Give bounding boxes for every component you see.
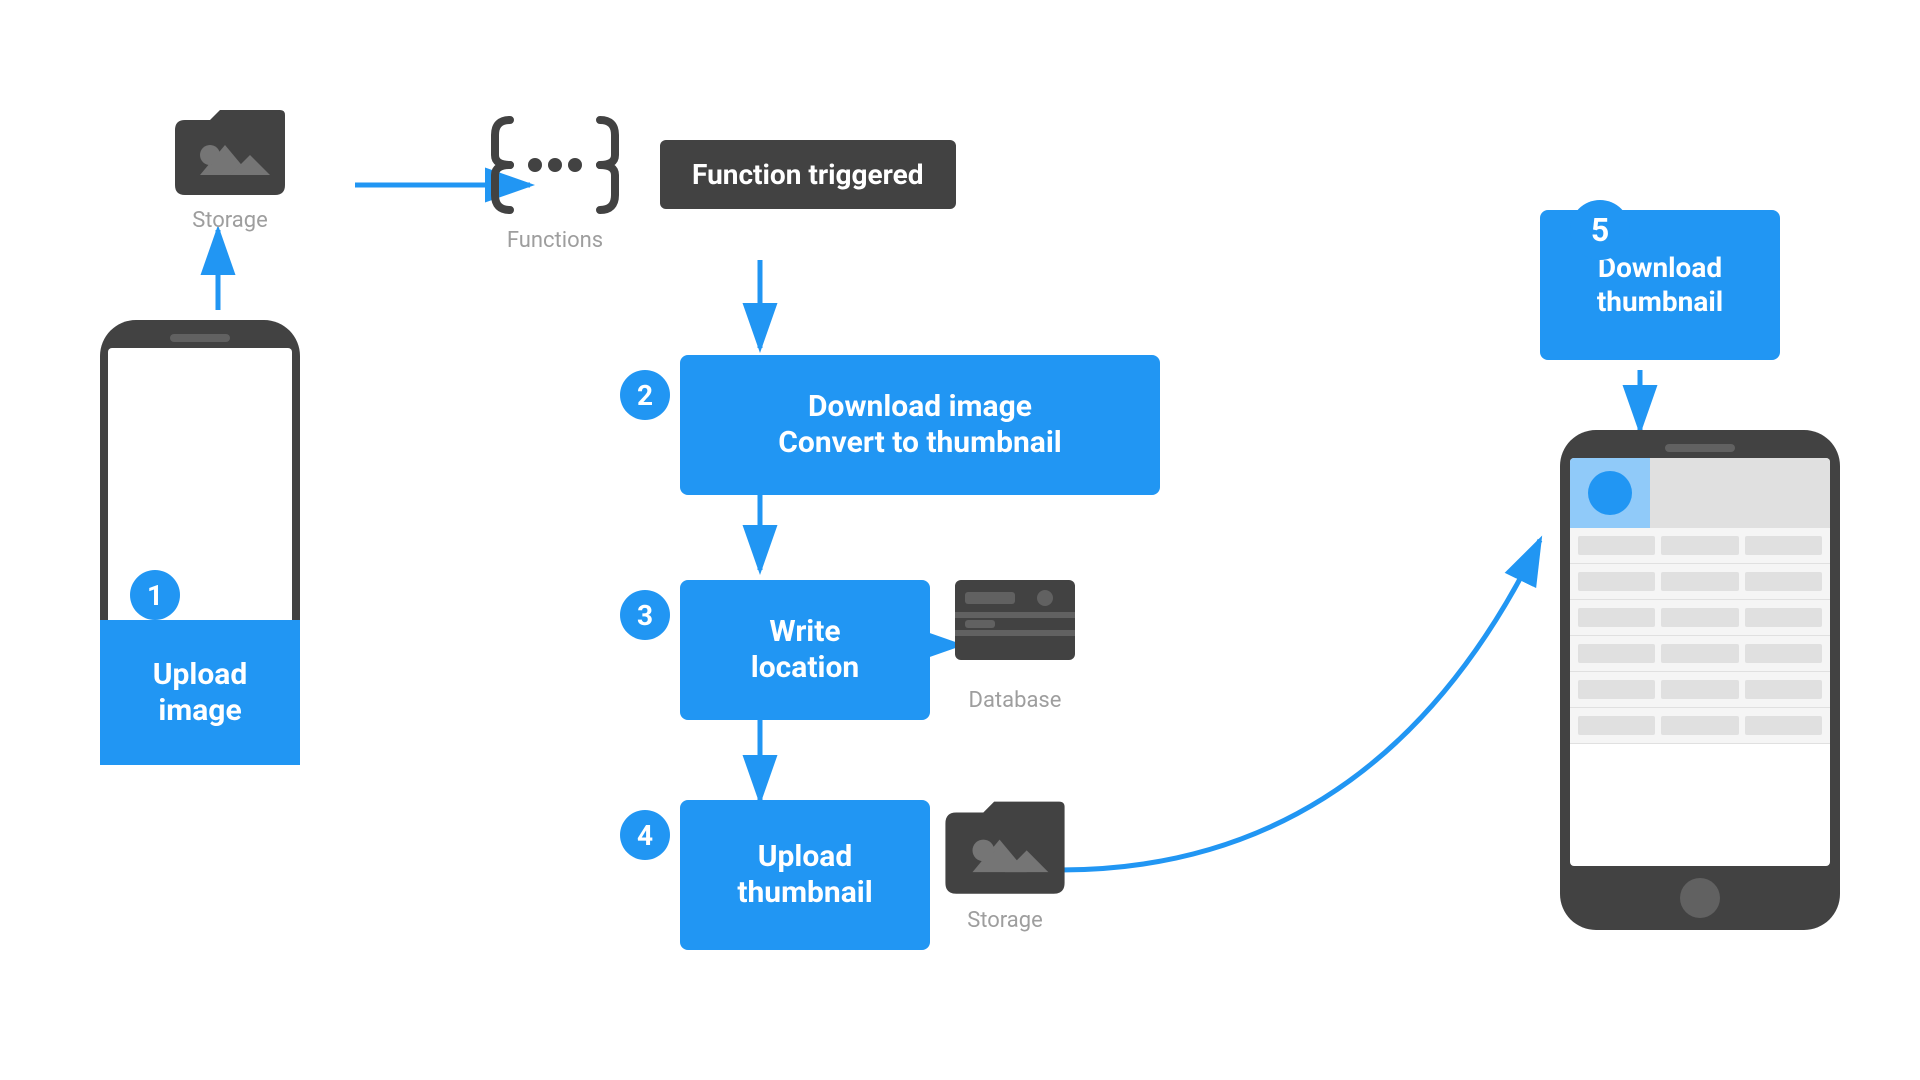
screen-list-cell-17: [1661, 716, 1738, 735]
step-2-badge: 2: [620, 370, 670, 420]
screen-list-cell-11: [1661, 644, 1738, 663]
screen-list-cell-5: [1661, 572, 1738, 591]
screen-gray-box: [1650, 458, 1830, 528]
screen-list-row-3: [1570, 600, 1830, 636]
screen-list-cell-9: [1745, 608, 1822, 627]
screen-list-cell-6: [1745, 572, 1822, 591]
screen-top-row: [1570, 458, 1830, 528]
screen-list-row-6: [1570, 708, 1830, 744]
screen-list-cell-4: [1578, 572, 1655, 591]
screen-list-cell-13: [1578, 680, 1655, 699]
icon-functions: Functions: [490, 110, 620, 253]
database-label: Database: [969, 688, 1062, 713]
screen-list-cell-16: [1578, 716, 1655, 735]
screen-list-cell-2: [1661, 536, 1738, 555]
storage-right-svg: [940, 790, 1070, 900]
phone-right: [1560, 430, 1840, 930]
screen-list-row-5: [1570, 672, 1830, 708]
screen-blue-box: [1570, 458, 1650, 528]
screen-list-cell-10: [1578, 644, 1655, 663]
database-svg: [950, 560, 1080, 680]
arrow-storage-to-phone-right: [1060, 540, 1540, 870]
phone-left-speaker: [170, 334, 230, 342]
phone-right-screen: [1570, 458, 1830, 866]
screen-list-cell-7: [1578, 608, 1655, 627]
screen-list-cell-1: [1578, 536, 1655, 555]
step-5-badge: 5: [1570, 200, 1630, 260]
screen-list-cell-15: [1745, 680, 1822, 699]
screen-list-cell-14: [1661, 680, 1738, 699]
phone-right-speaker: [1665, 444, 1735, 452]
storage-left-label: Storage: [192, 208, 268, 233]
icon-database: Database: [950, 560, 1080, 713]
phone-right-home-btn: [1680, 878, 1720, 918]
step-3-badge: 3: [620, 590, 670, 640]
function-triggered-box: Function triggered: [660, 140, 956, 209]
screen-list-cell-3: [1745, 536, 1822, 555]
icon-storage-right: Storage: [940, 790, 1070, 933]
step-3-write-location: Write location: [680, 580, 930, 720]
step-1-upload-image: Upload image: [100, 620, 300, 765]
screen-list-row-2: [1570, 564, 1830, 600]
screen-list-row-4: [1570, 636, 1830, 672]
storage-left-svg: [170, 100, 290, 200]
step-4-upload-thumbnail: Upload thumbnail: [680, 800, 930, 950]
screen-list-cell-12: [1745, 644, 1822, 663]
icon-storage-left: Storage: [170, 100, 290, 233]
phone-right-screen-content: [1570, 458, 1830, 744]
screen-list-cell-18: [1745, 716, 1822, 735]
functions-svg: [490, 110, 620, 220]
screen-list-row-1: [1570, 528, 1830, 564]
step-2-download-convert: Download image Convert to thumbnail: [680, 355, 1160, 495]
step-1-badge: 1: [130, 570, 180, 620]
screen-blue-circle: [1588, 471, 1632, 515]
functions-label: Functions: [507, 228, 603, 253]
screen-list-cell-8: [1661, 608, 1738, 627]
storage-right-label: Storage: [967, 908, 1043, 933]
diagram-container: 1 Upload image Storage Fun: [0, 0, 1920, 1080]
step-4-badge: 4: [620, 810, 670, 860]
